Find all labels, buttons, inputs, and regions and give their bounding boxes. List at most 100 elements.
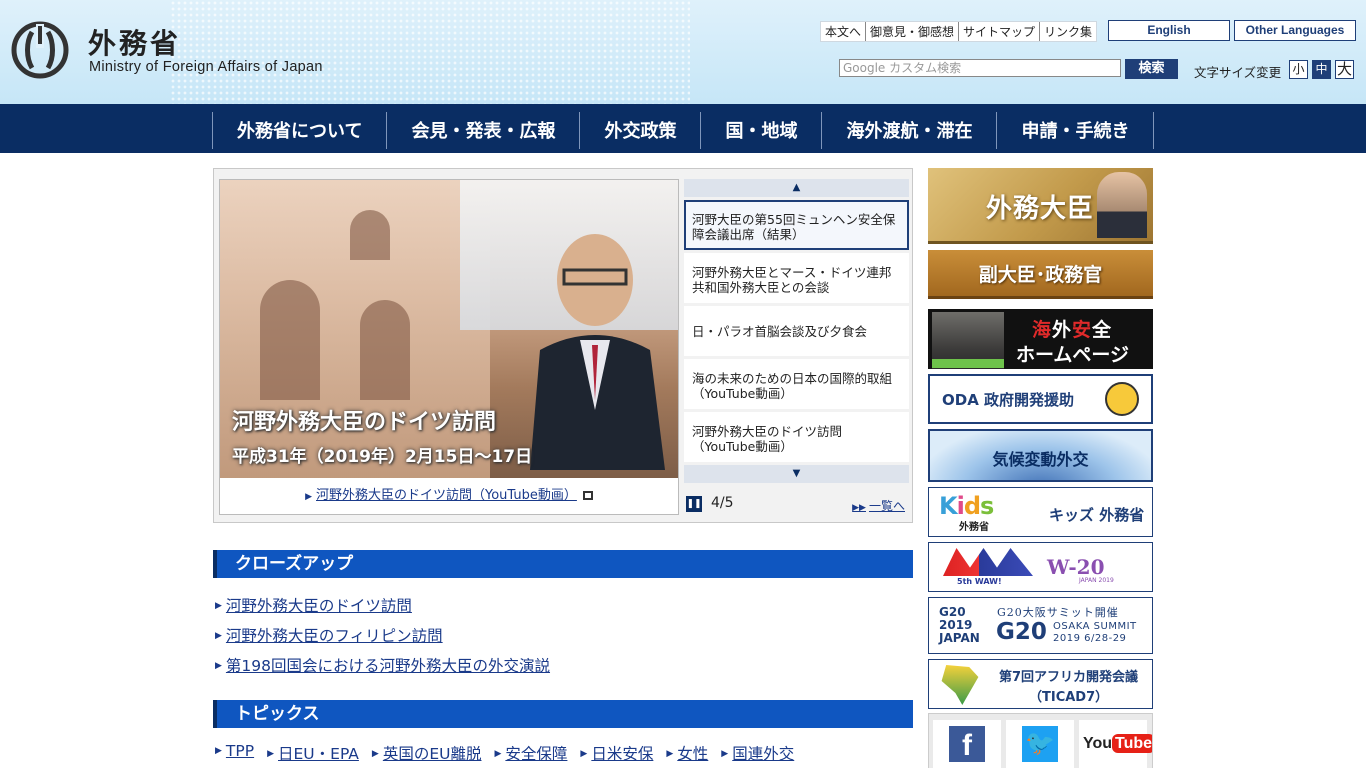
- list-item[interactable]: ▶ 河野外務大臣のフィリピン訪問: [215, 624, 550, 654]
- nav-travel[interactable]: 海外渡航・滞在: [821, 112, 996, 149]
- closeup-heading: クローズアップ: [213, 550, 913, 578]
- oda-banner-text: ODA 政府開発援助: [942, 391, 1075, 409]
- waw-banner[interactable]: 5th WAW! W-20 JAPAN 2019: [928, 542, 1153, 592]
- minister-portrait: [1097, 172, 1147, 238]
- feature-list-item[interactable]: 河野大臣の第55回ミュンヘン安全保障会議出席（結果）: [684, 200, 909, 250]
- logo-text-en[interactable]: Ministry of Foreign Affairs of Japan: [89, 59, 323, 75]
- feature-list-item[interactable]: 河野外務大臣とマース・ドイツ連邦共和国外務大臣との会談: [684, 253, 909, 303]
- closeup-link[interactable]: 河野外務大臣のドイツ訪問: [226, 597, 412, 615]
- youtube-icon: You Tube: [1083, 726, 1152, 762]
- slide-caption-text[interactable]: 河野外務大臣のドイツ訪問（YouTube動画）: [316, 488, 577, 503]
- sitemap-link[interactable]: サイトマップ: [959, 22, 1041, 41]
- climate-banner[interactable]: 気候変動外交: [928, 429, 1153, 482]
- caret-right-icon: ▶: [215, 631, 222, 641]
- topic-link-text[interactable]: TPP: [226, 742, 254, 760]
- topic-link-text[interactable]: 女性: [677, 745, 708, 763]
- mofa-logo-icon[interactable]: [10, 20, 70, 80]
- list-up-button[interactable]: ▲: [684, 179, 909, 197]
- other-languages-button[interactable]: Other Languages: [1234, 20, 1356, 41]
- topic-link-text[interactable]: 安全保障: [505, 745, 567, 763]
- overseas-safety-banner[interactable]: 海外安全 ホームページ: [928, 309, 1153, 369]
- caret-right-icon: ▶: [215, 746, 222, 756]
- font-size-large-button[interactable]: 大: [1335, 60, 1354, 79]
- facebook-icon: f: [949, 726, 985, 762]
- feature-list-item[interactable]: 河野外務大臣のドイツ訪問（YouTube動画）: [684, 412, 909, 462]
- english-button[interactable]: English: [1108, 20, 1230, 41]
- minister-banner-text: 外務大臣: [986, 194, 1095, 224]
- topic-link[interactable]: ▶ 女性: [666, 742, 708, 764]
- caret-right-icon: ▶: [215, 661, 222, 671]
- nav-press[interactable]: 会見・発表・広報: [386, 112, 579, 149]
- caret-right-icon: ▶: [580, 749, 588, 759]
- vice-minister-banner[interactable]: 副大臣･政務官: [928, 250, 1153, 299]
- topic-link-text[interactable]: 英国のEU離脱: [383, 745, 482, 763]
- double-caret-icon: ▶▶: [852, 503, 866, 513]
- caret-right-icon: ▶: [721, 749, 729, 759]
- caret-right-icon: ▶: [267, 749, 275, 759]
- slide-date: 平成31年（2019年）2月15日～17日: [232, 447, 533, 467]
- g20-banner[interactable]: G20 2019 JAPAN G20大阪サミット開催 G20 OSAKA SUM…: [928, 597, 1153, 654]
- nav-regions[interactable]: 国・地域: [700, 112, 821, 149]
- kids-banner-text: キッズ 外務省: [1049, 506, 1145, 524]
- minister-photo: [530, 234, 665, 470]
- closeup-link[interactable]: 第198回国会における河野外務大臣の外交演説: [226, 657, 550, 675]
- utility-links: 本文へ 御意見・御感想 サイトマップ リンク集: [820, 21, 1098, 42]
- feature-list-item[interactable]: 海の未来のための日本の国際的取組（YouTube動画）: [684, 359, 909, 409]
- oda-mascot-icon: [1105, 382, 1139, 416]
- ticad-banner[interactable]: 第7回アフリカ開発会議 （TICAD7）: [928, 659, 1153, 709]
- topic-link-text[interactable]: 日米安保: [591, 745, 653, 763]
- topic-link-text[interactable]: 国連外交: [732, 745, 794, 763]
- nav-policy[interactable]: 外交政策: [579, 112, 700, 149]
- search-input[interactable]: Google カスタム検索: [839, 59, 1121, 77]
- view-list-text[interactable]: 一覧へ: [869, 499, 905, 513]
- topics-heading: トピックス: [213, 700, 913, 728]
- oda-banner[interactable]: ODA 政府開発援助: [928, 374, 1153, 424]
- pause-icon[interactable]: ❚❚: [686, 496, 702, 512]
- search-button[interactable]: 検索: [1125, 59, 1178, 79]
- feature-carousel: 河野外務大臣のドイツ訪問 平成31年（2019年）2月15日～17日 ▶ 河野外務…: [213, 168, 913, 523]
- facebook-link[interactable]: f: [933, 720, 1001, 768]
- feature-slide[interactable]: 河野外務大臣のドイツ訪問 平成31年（2019年）2月15日～17日 ▶ 河野外務…: [219, 179, 679, 515]
- topic-link[interactable]: ▶ 国連外交: [721, 742, 794, 764]
- font-size-medium-button[interactable]: 中: [1312, 60, 1331, 79]
- minister-banner[interactable]: 外務大臣: [928, 168, 1153, 244]
- list-item[interactable]: ▶ 河野外務大臣のドイツ訪問: [215, 594, 550, 624]
- kids-banner[interactable]: Kids 外務省 キッズ 外務省: [928, 487, 1153, 537]
- twitter-icon: 🐦: [1022, 726, 1058, 762]
- topics-list: ▶ TPP ▶ 日EU・EPA ▶ 英国のEU離脱 ▶ 安全保障 ▶ 日米安保 ▶ 女性 ▶…: [215, 742, 807, 764]
- logo-text-jp[interactable]: 外務省: [88, 22, 181, 62]
- topic-link[interactable]: ▶ 安全保障: [494, 742, 567, 764]
- nav-about[interactable]: 外務省について: [212, 112, 386, 149]
- list-down-button[interactable]: ▼: [684, 465, 909, 483]
- topic-link-text[interactable]: 日EU・EPA: [278, 745, 359, 763]
- feedback-link[interactable]: 御意見・御感想: [866, 22, 960, 41]
- slide-caption[interactable]: ▶ 河野外務大臣のドイツ訪問（YouTube動画）: [220, 484, 678, 503]
- youtube-link[interactable]: You Tube: [1079, 720, 1152, 768]
- topic-link[interactable]: ▶ 日米安保: [580, 742, 653, 764]
- waw-logo-icon: [943, 548, 1033, 576]
- view-list-link[interactable]: ▶▶ 一覧へ: [852, 497, 905, 514]
- list-item[interactable]: ▶ 第198回国会における河野外務大臣の外交演説: [215, 654, 550, 684]
- twitter-link[interactable]: 🐦: [1006, 720, 1074, 768]
- topic-link[interactable]: ▶ 日EU・EPA: [267, 742, 359, 764]
- external-window-icon: [582, 491, 593, 500]
- closeup-link[interactable]: 河野外務大臣のフィリピン訪問: [226, 627, 443, 645]
- skip-to-content-link[interactable]: 本文へ: [821, 22, 867, 41]
- nav-procedures[interactable]: 申請・手続き: [996, 112, 1155, 149]
- w20-logo-sub: JAPAN 2019: [1079, 577, 1114, 584]
- topic-link[interactable]: ▶ 英国のEU離脱: [372, 742, 482, 764]
- feature-list: ▲ 河野大臣の第55回ミュンヘン安全保障会議出席（結果） 河野外務大臣とマース・…: [684, 179, 909, 483]
- slide-title: 河野外務大臣のドイツ訪問: [232, 410, 497, 435]
- global-nav: 外務省について 会見・発表・広報 外交政策 国・地域 海外渡航・滞在 申請・手続…: [0, 104, 1366, 153]
- caret-right-icon: ▶: [215, 601, 222, 611]
- caret-right-icon: ▶: [305, 492, 313, 502]
- ticad-title: 第7回アフリカ開発会議: [999, 670, 1139, 685]
- feature-list-item[interactable]: 日・パラオ首脳会談及び夕食会: [684, 306, 909, 356]
- carousel-controls: ❚❚ 4/5 ▶▶ 一覧へ: [684, 493, 909, 515]
- safety-banner-title: 海外安全: [1032, 319, 1113, 341]
- g20-title: G20大阪サミット開催: [997, 606, 1119, 619]
- font-size-small-button[interactable]: 小: [1289, 60, 1308, 79]
- links-page-link[interactable]: リンク集: [1040, 22, 1096, 41]
- topic-link[interactable]: ▶ TPP: [215, 742, 254, 764]
- slide-counter: 4/5: [711, 495, 734, 511]
